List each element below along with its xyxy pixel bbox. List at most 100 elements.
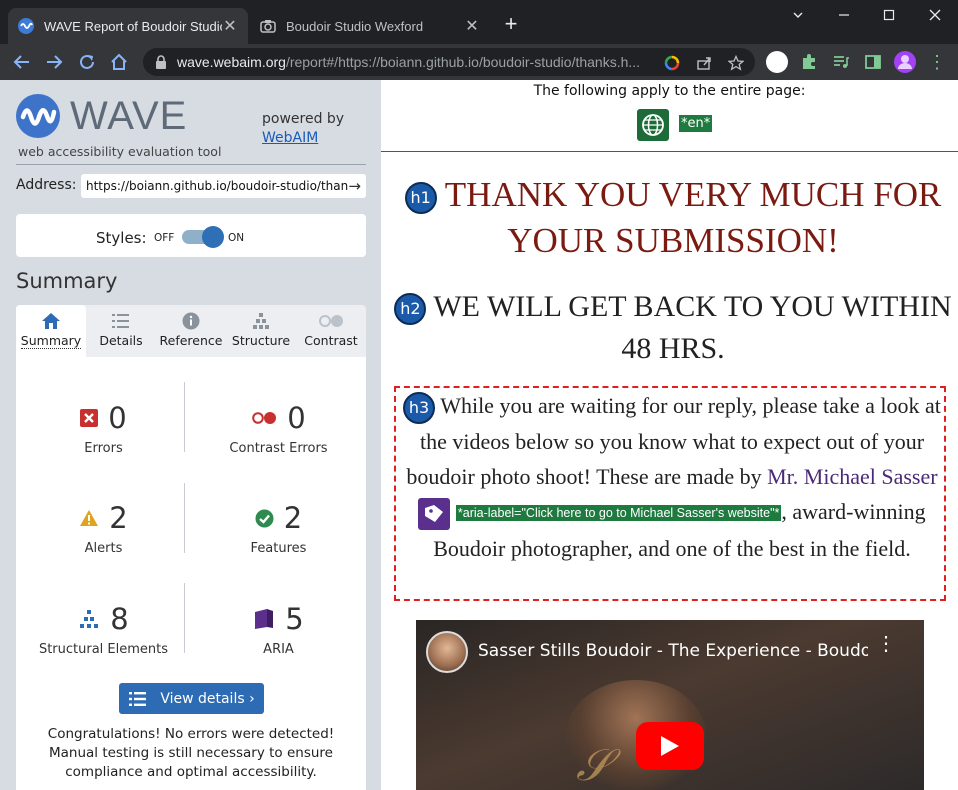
tab-boudoir-studio[interactable]: Boudoir Studio Wexford ✕ — [250, 8, 490, 44]
language-globe-icon[interactable] — [637, 109, 669, 141]
side-panel-icon[interactable] — [861, 50, 885, 74]
user-avatar-icon[interactable] — [893, 50, 917, 74]
powered-by-label: powered by — [262, 111, 345, 127]
reload-icon[interactable] — [75, 50, 99, 74]
stat-label: Alerts — [84, 541, 123, 556]
tab-title: WAVE Report of Boudoir Studio W — [44, 18, 222, 34]
h3-badge-icon[interactable]: h3 — [403, 391, 436, 424]
stat-count: 0 — [287, 401, 306, 435]
stat-label: Contrast Errors — [229, 441, 328, 456]
profile-white-circle-icon[interactable] — [765, 50, 789, 74]
tab-label: Contrast — [304, 333, 358, 348]
home-icon — [42, 313, 60, 329]
alert-icon — [80, 510, 99, 526]
go-arrow-icon[interactable]: → — [348, 177, 361, 195]
heading-2: h2 WE WILL GET BACK TO YOU WITHIN 48 HRS… — [393, 286, 953, 370]
h2-badge-icon[interactable]: h2 — [394, 293, 427, 326]
address-input[interactable]: https://boiann.github.io/boudoir-studio/… — [81, 174, 366, 198]
close-tab-icon[interactable]: ✕ — [222, 16, 238, 36]
close-window-icon[interactable] — [912, 0, 958, 30]
aria-label-tag: *aria-label="Click here to go to Michael… — [455, 505, 782, 522]
wave-title: WAVE — [70, 94, 188, 138]
video-title[interactable]: Sasser Stills Boudoir - The Experience -… — [478, 641, 868, 661]
tab-structure[interactable]: Structure — [226, 305, 296, 357]
stat-alerts[interactable]: 2 Alerts — [16, 501, 191, 556]
aria-label-icon[interactable] — [418, 497, 451, 530]
stat-count: 2 — [109, 501, 128, 535]
stat-label: Structural Elements — [38, 642, 169, 657]
styles-off-label: OFF — [154, 232, 175, 244]
stat-count: 8 — [110, 602, 129, 636]
stat-count: 5 — [285, 602, 304, 636]
stat-label: Errors — [84, 441, 123, 456]
tab-reference[interactable]: Reference — [156, 305, 226, 357]
contrast-error-icon — [252, 412, 277, 424]
share-icon[interactable] — [695, 54, 713, 72]
h1-text: THANK YOU VERY MUCH FOR YOUR SUBMISSION! — [444, 175, 942, 260]
stat-aria[interactable]: 5 ARIA — [191, 602, 366, 657]
channel-avatar[interactable] — [426, 631, 468, 673]
tab-contrast[interactable]: Contrast — [296, 305, 366, 357]
structure-icon — [80, 610, 99, 628]
tab-wave-report[interactable]: WAVE Report of Boudoir Studio W ✕ — [8, 8, 248, 44]
close-tab-icon[interactable]: ✕ — [464, 16, 480, 36]
video-menu-icon[interactable]: ⋮ — [876, 634, 896, 654]
video-thumbnail-script: 𝒮 — [576, 740, 611, 790]
stat-label: ARIA — [263, 642, 294, 657]
powered-by: powered by WebAIM — [262, 110, 344, 148]
tab-summary[interactable]: Summary — [16, 305, 86, 357]
bookmark-star-icon[interactable] — [727, 54, 745, 72]
structure-icon — [253, 313, 269, 329]
h2-text: WE WILL GET BACK TO YOU WITHIN 48 HRS. — [433, 290, 952, 365]
styles-on-label: ON — [228, 232, 245, 244]
page-preview: The following apply to the entire page: … — [381, 80, 958, 790]
aria-icon — [255, 609, 274, 629]
stat-label: Features — [250, 541, 307, 556]
stat-errors[interactable]: 0 Errors — [16, 401, 191, 456]
error-icon — [80, 409, 99, 427]
media-playlist-icon[interactable] — [829, 50, 853, 74]
summary-heading: Summary — [16, 269, 118, 293]
back-icon[interactable] — [10, 50, 34, 74]
applies-text: The following apply to the entire page: — [533, 83, 806, 99]
new-tab-icon[interactable]: + — [500, 13, 522, 35]
tab-label: Reference — [159, 333, 223, 348]
extensions-puzzle-icon[interactable] — [797, 50, 821, 74]
tab-details[interactable]: Details — [86, 305, 156, 357]
maximize-icon[interactable] — [866, 0, 912, 30]
home-icon[interactable] — [107, 50, 131, 74]
browser-menu-icon[interactable]: ⋮ — [925, 50, 949, 74]
wave-sidebar: WAVE web accessibility evaluation tool p… — [0, 80, 381, 790]
play-button-icon[interactable] — [636, 722, 704, 770]
heading-3: h3 While you are waiting for our reply, … — [400, 388, 944, 566]
language-tag: *en* — [679, 115, 713, 132]
stat-contrast-errors[interactable]: 0 Contrast Errors — [191, 401, 366, 456]
camera-favicon-icon — [260, 20, 276, 33]
address-bar[interactable]: wave.webaim.org/report#/https://boiann.g… — [143, 48, 755, 76]
webaim-link[interactable]: WebAIM — [262, 130, 318, 146]
heading-1: h1 THANK YOU VERY MUCH FOR YOUR SUBMISSI… — [393, 172, 953, 264]
address-label: Address: — [16, 177, 77, 193]
minimize-icon[interactable] — [821, 0, 867, 30]
michael-sasser-link[interactable]: Mr. Michael Sasser — [767, 464, 937, 489]
address-value: https://boiann.github.io/boudoir-studio/… — [86, 179, 349, 193]
stat-count: 0 — [108, 401, 127, 435]
tab-label: Summary — [20, 333, 82, 349]
browser-toolbar: wave.webaim.org/report#/https://boiann.g… — [0, 44, 958, 80]
heading-3-highlight: h3 While you are waiting for our reply, … — [394, 386, 946, 601]
browser-tab-bar: WAVE Report of Boudoir Studio W ✕ Boudoi… — [0, 0, 958, 44]
view-details-button[interactable]: View details › — [119, 683, 264, 714]
contrast-icon — [319, 315, 343, 327]
h1-badge-icon[interactable]: h1 — [404, 181, 437, 214]
stat-features[interactable]: 2 Features — [191, 501, 366, 556]
list-icon — [129, 691, 147, 706]
wave-logo-icon — [16, 94, 60, 138]
forward-icon[interactable] — [42, 50, 66, 74]
styles-toggle-knob[interactable] — [202, 226, 224, 248]
youtube-video-embed[interactable]: 𝒮 Sasser Stills Boudoir - The Experience… — [416, 620, 924, 790]
stat-structural-elements[interactable]: 8 Structural Elements — [16, 602, 191, 657]
info-icon — [182, 312, 200, 330]
summary-panel: 0 Errors 0 Contrast Errors 2 Alerts 2 Fe… — [16, 357, 366, 790]
google-icon[interactable] — [663, 54, 681, 72]
tab-search-icon[interactable] — [775, 0, 821, 30]
